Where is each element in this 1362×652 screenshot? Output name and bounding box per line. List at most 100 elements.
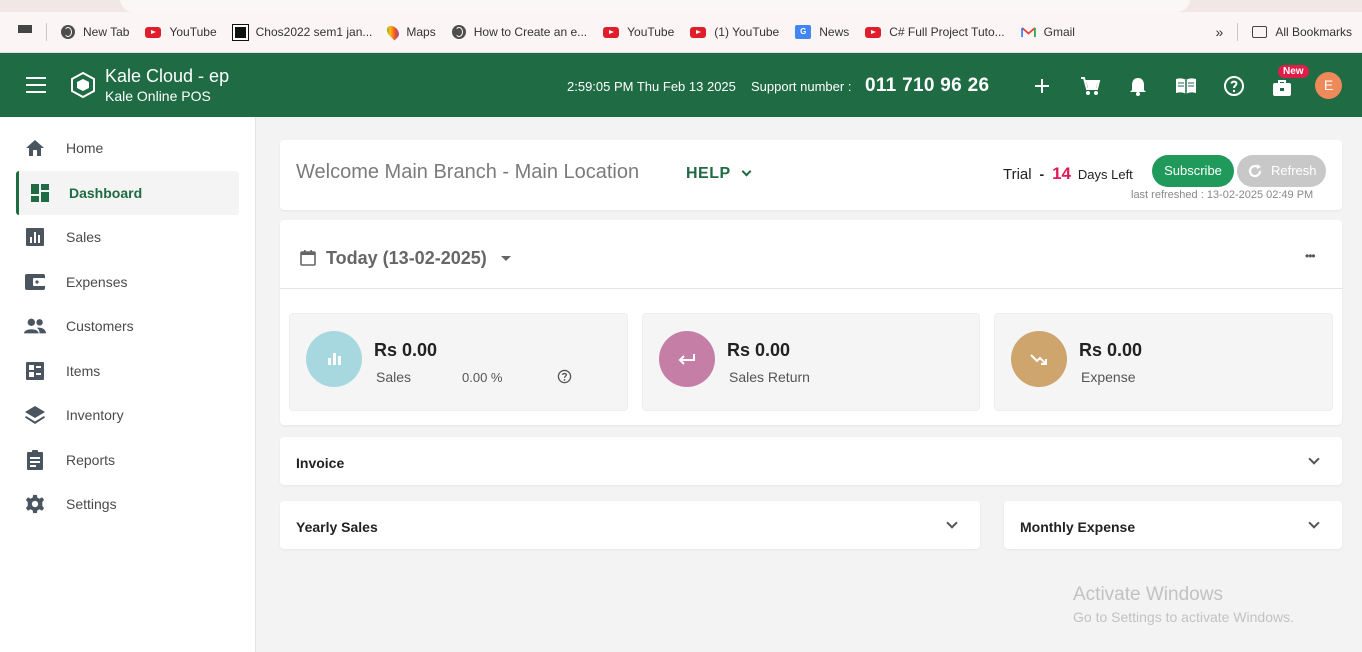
sales-percent: 0.00 % (462, 370, 503, 385)
more-bookmarks-button[interactable]: » (1208, 20, 1232, 44)
yearly-sales-title: Yearly Sales (296, 519, 378, 535)
news-icon: G (795, 25, 812, 39)
sidebar-item-expenses[interactable]: Expenses (16, 260, 239, 304)
bookmark-youtube[interactable]: YouTube (137, 20, 224, 44)
sidebar-item-home[interactable]: Home (16, 126, 239, 170)
support-label: Support number : (751, 79, 852, 94)
sidebar-item-settings[interactable]: Settings (16, 482, 239, 526)
monthly-expense-section[interactable]: Monthly Expense (1004, 501, 1342, 549)
menu-icon[interactable] (26, 77, 46, 93)
bookmarks-separator (1237, 23, 1239, 41)
sidebar: Home Dashboard Sales Expenses Customers … (0, 117, 256, 652)
globe-icon (61, 25, 75, 39)
bookmark-news[interactable]: G News (787, 20, 857, 44)
bookmark-gmail[interactable]: Gmail (1013, 20, 1083, 44)
home-icon (26, 140, 44, 156)
items-icon (26, 362, 44, 380)
app-header: Kale Cloud - ep Kale Online POS 2:59:05 … (0, 53, 1362, 117)
bookmarks-bar: New Tab YouTube Chos2022 sem1 jan... Map… (0, 12, 1362, 53)
support-number: 011 710 96 26 (865, 75, 990, 96)
sales-label: Sales (376, 369, 412, 385)
browser-address-strip (0, 0, 1362, 12)
gmail-icon (1020, 26, 1036, 37)
youtube-icon (145, 26, 162, 38)
sidebar-item-reports[interactable]: Reports (16, 438, 239, 482)
sidebar-item-inventory[interactable]: Inventory (16, 393, 239, 437)
gear-icon (25, 494, 45, 514)
yearly-sales-section[interactable]: Yearly Sales (280, 501, 980, 549)
layers-icon (25, 406, 45, 424)
bookmark-new-tab[interactable]: New Tab (53, 20, 137, 44)
more-options-icon[interactable]: ••• (1305, 249, 1316, 263)
clipboard-icon (27, 450, 43, 470)
chevron-down-icon[interactable] (1308, 517, 1320, 529)
refresh-icon (1248, 164, 1262, 178)
question-circle-icon[interactable] (557, 369, 572, 384)
bookmark-youtube-2[interactable]: YouTube (595, 20, 682, 44)
maps-icon (384, 23, 402, 41)
expense-stat-card: Rs 0.00 Expense (994, 313, 1333, 411)
logo-icon (71, 71, 95, 99)
period-selector[interactable]: Today (13-02-2025) (326, 248, 511, 269)
address-bar[interactable] (120, 0, 1190, 12)
chevron-down-icon[interactable] (1308, 453, 1320, 465)
youtube-icon (603, 26, 620, 38)
sidebar-item-dashboard[interactable]: Dashboard (16, 171, 239, 215)
clock-text: 2:59:05 PM Thu Feb 13 2025 (567, 79, 736, 94)
sales-stat-card: Rs 0.00 Sales 0.00 % (289, 313, 628, 411)
subscribe-button[interactable]: Subscribe (1152, 155, 1234, 187)
refresh-button[interactable]: Refresh (1237, 155, 1326, 187)
youtube-icon (865, 26, 882, 38)
folder-icon (1252, 26, 1268, 38)
app-subtitle: Kale Online POS (105, 88, 211, 104)
activate-windows-title: Activate Windows (1073, 584, 1223, 605)
expense-amount: Rs 0.00 (1079, 340, 1143, 360)
calendar-icon (300, 250, 316, 266)
help-icon[interactable] (1223, 75, 1245, 97)
cart-icon[interactable] (1079, 75, 1101, 97)
app-title: Kale Cloud - ep (105, 66, 230, 86)
sales-return-amount: Rs 0.00 (727, 340, 791, 360)
bookmark-youtube-3[interactable]: (1) YouTube (682, 20, 787, 44)
monthly-expense-title: Monthly Expense (1020, 519, 1136, 535)
bookmark-how-to-create[interactable]: How to Create an e... (444, 20, 595, 44)
avatar[interactable]: E (1315, 72, 1342, 99)
chos-icon (231, 23, 249, 41)
expense-label: Expense (1081, 369, 1136, 385)
activate-windows-subtitle: Go to Settings to activate Windows. (1073, 609, 1294, 625)
chevron-down-icon (741, 166, 752, 177)
new-badge: New (1278, 65, 1309, 78)
return-arrow-icon (678, 354, 695, 365)
trending-down-icon (1030, 354, 1047, 365)
bar-chart-icon (26, 228, 44, 246)
bookmark-maps[interactable]: Maps (380, 20, 443, 44)
book-icon[interactable] (1174, 75, 1198, 97)
stats-divider (280, 288, 1342, 289)
invoice-section[interactable]: Invoice (280, 437, 1342, 485)
all-bookmarks-button[interactable]: All Bookmarks (1244, 20, 1362, 44)
sales-return-label: Sales Return (729, 369, 810, 385)
sidebar-item-customers[interactable]: Customers (16, 304, 239, 348)
caret-down-icon (500, 256, 511, 261)
briefcase-icon[interactable] (1271, 77, 1293, 99)
trial-days: 14 (1052, 164, 1071, 183)
bookmarks-separator (46, 23, 47, 41)
bookmark-csharp-project[interactable]: C# Full Project Tuto... (857, 20, 1012, 44)
sidebar-item-items[interactable]: Items (16, 349, 239, 393)
chevron-down-icon[interactable] (946, 517, 958, 529)
apps-icon[interactable] (0, 20, 40, 44)
plus-icon[interactable] (1031, 75, 1053, 97)
youtube-icon (690, 26, 707, 38)
welcome-title: Welcome Main Branch - Main Location (296, 161, 640, 183)
trial-status: Trial - 14 Days Left (1003, 164, 1133, 183)
sales-return-stat-card: Rs 0.00 Sales Return (642, 313, 980, 411)
bell-icon[interactable] (1127, 75, 1149, 97)
help-dropdown[interactable]: HELP (686, 165, 752, 183)
invoice-title: Invoice (296, 455, 345, 471)
bookmark-chos2022[interactable]: Chos2022 sem1 jan... (225, 20, 381, 44)
wallet-icon (25, 274, 45, 290)
sidebar-item-sales[interactable]: Sales (16, 215, 239, 259)
expense-icon-circle (1011, 331, 1067, 387)
last-refreshed-text: last refreshed : 13-02-2025 02:49 PM (1131, 189, 1314, 201)
bar-chart-icon (328, 353, 341, 365)
